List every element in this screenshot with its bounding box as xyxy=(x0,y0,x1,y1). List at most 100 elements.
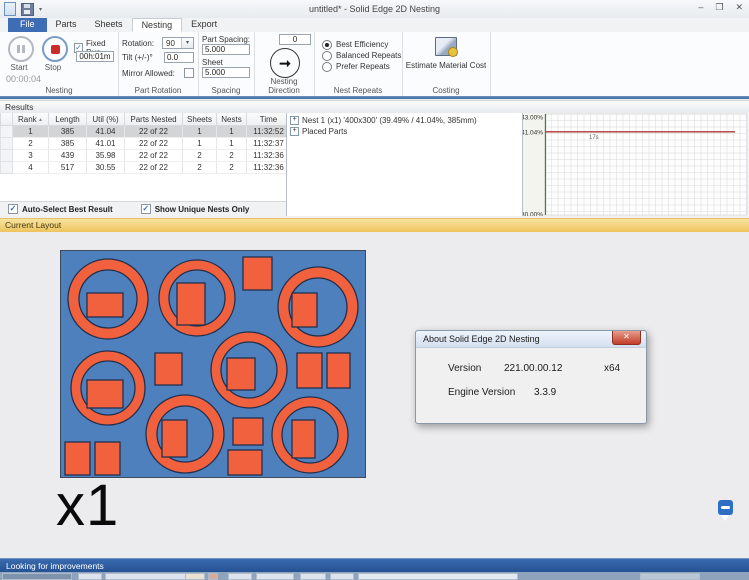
nested-part-rect[interactable] xyxy=(233,418,263,445)
taskbar-window-button[interactable] xyxy=(640,573,700,580)
rotation-dropdown[interactable]: 90 ▾ xyxy=(162,37,194,49)
nested-part-rect[interactable] xyxy=(95,442,120,475)
sheet-spacing-input[interactable]: 5.000 xyxy=(202,67,250,78)
nested-part-rect[interactable] xyxy=(243,257,272,290)
start-button[interactable]: Start xyxy=(8,36,34,72)
tree-expander-icon[interactable]: + xyxy=(290,127,299,136)
fixed-run-duration-input[interactable]: 00h:01m xyxy=(76,51,114,62)
nested-part-rect[interactable] xyxy=(155,353,182,385)
taskbar-window-button[interactable] xyxy=(300,573,326,580)
taskbar-window-button[interactable] xyxy=(78,573,102,580)
row-selector[interactable] xyxy=(1,138,13,150)
row-selector-header xyxy=(1,113,13,126)
tree-expander-icon[interactable]: + xyxy=(290,116,299,125)
column-header-rank[interactable]: Rank ▲ xyxy=(13,113,49,126)
teamviewer-icon[interactable] xyxy=(717,500,735,522)
engine-version-value: 3.3.9 xyxy=(534,387,556,398)
taskbar-window-button[interactable] xyxy=(105,573,193,580)
nested-part-rect[interactable] xyxy=(177,283,205,325)
window-title: untitled* - Solid Edge 2D Nesting xyxy=(0,4,749,14)
radio-icon xyxy=(322,62,332,72)
estimate-material-cost-button[interactable]: Estimate Material Cost xyxy=(402,37,490,70)
radio-prefer-repeats[interactable]: Prefer Repeats xyxy=(322,61,401,72)
table-row[interactable]: 138541.0422 of 221111:32:52 xyxy=(1,126,288,138)
sort-indicator-icon: ▲ xyxy=(37,116,43,122)
stop-icon xyxy=(51,45,60,54)
show-unique-nests-checkbox[interactable]: Show Unique Nests Only xyxy=(141,204,250,214)
column-header-time[interactable]: Time xyxy=(247,113,288,126)
column-header-length[interactable]: Length xyxy=(49,113,87,126)
group-label-nesting-direction: Nesting Direction xyxy=(254,77,314,95)
ribbon-group-part-rotation: Rotation: 90 ▾ Tilt (+/-)° 0.0 Mirror Al… xyxy=(118,32,199,96)
nested-part-rect[interactable] xyxy=(162,420,187,457)
column-header-sheets[interactable]: Sheets xyxy=(183,113,217,126)
taskbar-window-button[interactable] xyxy=(2,573,72,580)
taskbar-window-button[interactable] xyxy=(330,573,354,580)
taskbar-window-button[interactable] xyxy=(358,573,518,580)
stop-button[interactable]: Stop xyxy=(42,36,68,72)
utilization-chart-panel: 43.00%41.04%30.00%17s xyxy=(523,113,749,216)
group-label-nest-repeats: Nest Repeats xyxy=(314,86,402,95)
minimize-button[interactable]: – xyxy=(698,2,703,13)
column-header-nests[interactable]: Nests xyxy=(217,113,247,126)
tree-item-1[interactable]: +Placed Parts xyxy=(290,126,522,137)
results-header-row: Rank ▲LengthUtil (%)Parts NestedSheetsNe… xyxy=(1,113,288,126)
column-header-util-%-[interactable]: Util (%) xyxy=(87,113,125,126)
radio-best-efficiency[interactable]: Best Efficiency xyxy=(322,39,401,50)
nested-part-rect[interactable] xyxy=(292,293,317,327)
nesting-sheet-svg[interactable] xyxy=(60,250,366,478)
table-row[interactable]: 238541.0122 of 221111:32:37 xyxy=(1,138,288,150)
tilt-input[interactable]: 0.0 xyxy=(164,52,194,63)
taskbar-window-button[interactable] xyxy=(185,573,205,580)
taskbar-window-button[interactable] xyxy=(228,573,252,580)
nested-part-rect[interactable] xyxy=(65,442,90,475)
table-row[interactable]: 343935.9822 of 222211:32:36 xyxy=(1,150,288,162)
mirror-allowed-checkbox[interactable] xyxy=(184,68,194,78)
svg-text:17s: 17s xyxy=(589,135,599,141)
tab-nesting[interactable]: Nesting xyxy=(132,18,183,32)
nesting-direction-input[interactable]: 0 xyxy=(279,34,311,45)
nesting-direction-icon[interactable]: ➞ xyxy=(270,48,300,78)
utilization-chart: 43.00%41.04%30.00%17s xyxy=(523,113,749,216)
nested-part-rect[interactable] xyxy=(292,420,315,458)
part-spacing-input[interactable]: 5.000 xyxy=(202,44,250,55)
nested-part-rect[interactable] xyxy=(228,450,262,475)
taskbar-window-button[interactable] xyxy=(256,573,294,580)
tab-export[interactable]: Export xyxy=(182,18,226,32)
nested-part-rect[interactable] xyxy=(87,380,123,408)
auto-select-best-result-checkbox[interactable]: Auto-Select Best Result xyxy=(8,204,113,214)
ribbon-tab-row: File Parts Sheets Nesting Export xyxy=(0,18,749,33)
ribbon-group-spacing: Part Spacing: 5.000 Sheet Spacing: 5.000… xyxy=(198,32,255,96)
tab-parts[interactable]: Parts xyxy=(47,18,86,32)
results-options-strip: Auto-Select Best Result Show Unique Nest… xyxy=(0,201,287,216)
tab-sheets[interactable]: Sheets xyxy=(86,18,132,32)
nest-repeats-options: Best EfficiencyBalanced RepeatsPrefer Re… xyxy=(322,39,401,72)
row-selector[interactable] xyxy=(1,162,13,174)
row-selector[interactable] xyxy=(1,126,13,138)
ribbon: Start Stop Fixed Run 00h:01m 00:00:04 Ne… xyxy=(0,32,749,96)
tab-file[interactable]: File xyxy=(8,18,47,32)
ribbon-group-nesting: Start Stop Fixed Run 00h:01m 00:00:04 Ne… xyxy=(0,32,119,96)
version-arch: x64 xyxy=(604,363,620,374)
results-table-panel: Rank ▲LengthUtil (%)Parts NestedSheetsNe… xyxy=(0,113,287,216)
engine-version-label: Engine Version xyxy=(448,387,515,398)
nested-part-rect[interactable] xyxy=(327,353,350,388)
column-header-parts-nested[interactable]: Parts Nested xyxy=(125,113,183,126)
ribbon-group-nest-repeats: Best EfficiencyBalanced RepeatsPrefer Re… xyxy=(314,32,403,96)
ribbon-tabs: File Parts Sheets Nesting Export xyxy=(8,18,749,32)
status-bar: Looking for improvements xyxy=(0,558,749,573)
row-selector[interactable] xyxy=(1,150,13,162)
close-button[interactable]: ✕ xyxy=(735,2,743,13)
tree-item-0[interactable]: +Nest 1 (x1) '400x300' (39.49% / 41.04%,… xyxy=(290,115,522,126)
radio-balanced-repeats[interactable]: Balanced Repeats xyxy=(322,50,401,61)
nested-part-rect[interactable] xyxy=(87,293,123,317)
taskbar-window-button[interactable] xyxy=(208,573,218,580)
nested-part-rect[interactable] xyxy=(227,358,255,390)
ribbon-group-costing: Estimate Material Cost Costing xyxy=(402,32,491,96)
about-dialog-close-button[interactable]: ✕ xyxy=(612,331,641,345)
windows-taskbar[interactable] xyxy=(0,572,749,580)
nested-part-rect[interactable] xyxy=(297,353,322,388)
table-row[interactable]: 451730.5522 of 222211:32:36 xyxy=(1,162,288,174)
restore-button[interactable]: ❐ xyxy=(715,2,723,13)
layout-canvas[interactable]: x1 About Solid Edge 2D Nesting ✕ Version… xyxy=(0,232,749,558)
